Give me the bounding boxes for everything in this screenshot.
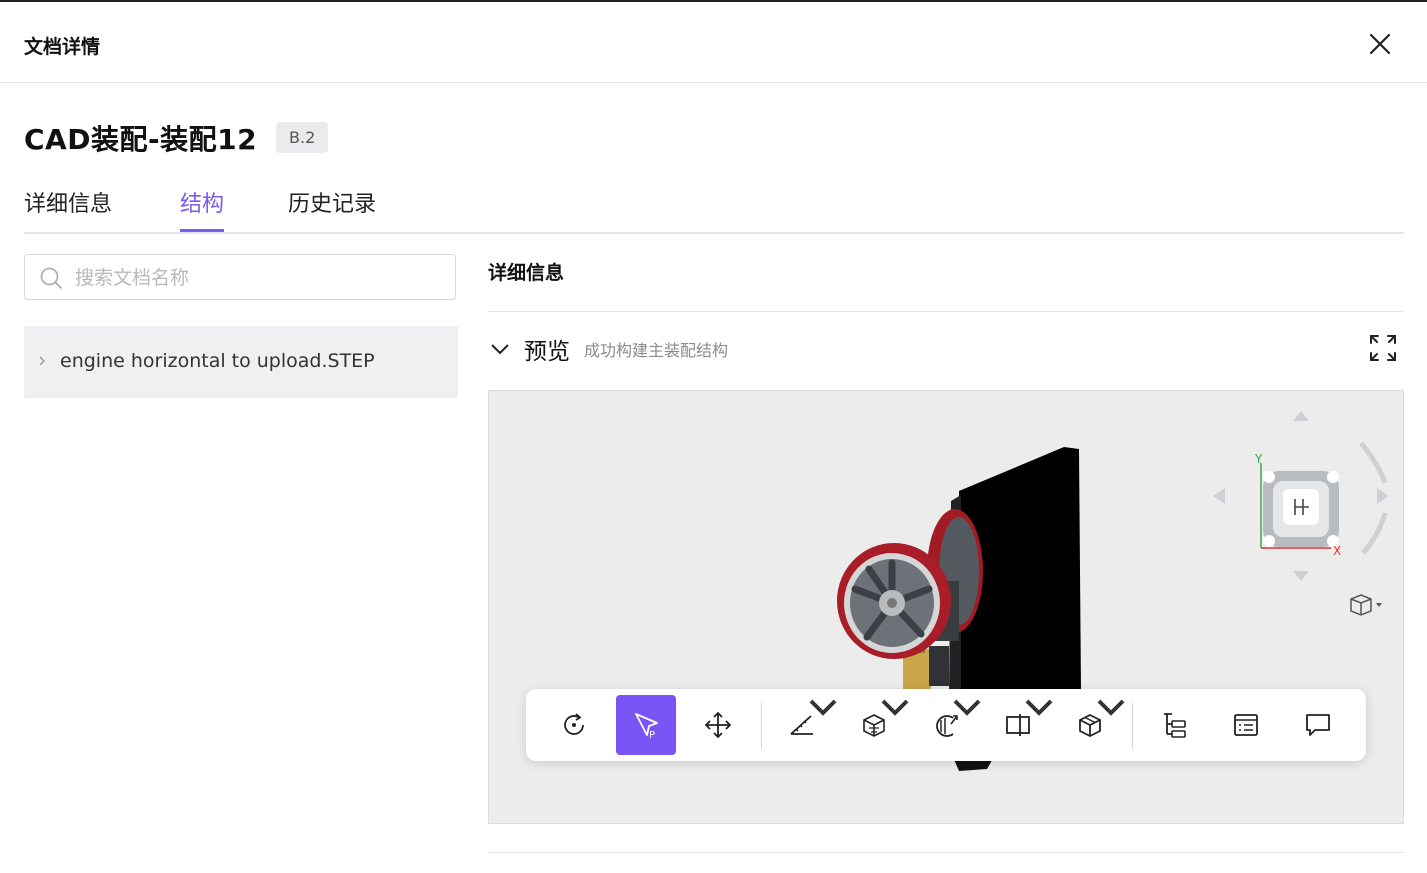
caret-down-icon[interactable] xyxy=(1096,692,1126,722)
search-box xyxy=(24,254,456,300)
search-input[interactable] xyxy=(73,263,447,293)
explode-button[interactable] xyxy=(844,695,909,755)
chevron-down-icon[interactable] xyxy=(488,337,512,361)
rotate-icon xyxy=(564,713,584,735)
document-title: CAD装配-装配12 xyxy=(24,123,258,156)
split-view-button[interactable] xyxy=(988,695,1053,755)
tab-bar: 详细信息 结构 历史记录 xyxy=(24,186,1404,234)
nav-left-arrow[interactable] xyxy=(1213,488,1225,504)
pan-move-icon xyxy=(704,711,732,739)
divider xyxy=(488,852,1404,853)
fullscreen-icon[interactable] xyxy=(1368,333,1398,363)
tab-structure[interactable]: 结构 xyxy=(180,186,225,232)
chevron-right-icon[interactable] xyxy=(36,353,48,369)
nav-right-arrow[interactable] xyxy=(1377,488,1389,504)
rotate-button[interactable] xyxy=(544,695,604,755)
select-pointer-icon: P xyxy=(635,713,658,740)
toolbar-separator xyxy=(761,703,762,749)
close-icon xyxy=(1369,33,1391,55)
model-tree-button[interactable] xyxy=(1144,695,1204,755)
properties-button[interactable] xyxy=(1216,695,1276,755)
axis-y-label: Y xyxy=(1254,452,1263,466)
preview-status: 成功构建主装配结构 xyxy=(584,341,729,360)
axis-x-label: X xyxy=(1333,544,1341,558)
panel-title: 详细信息 xyxy=(488,262,565,284)
tree-item[interactable]: engine horizontal to upload.STEP xyxy=(24,326,458,398)
navigation-cube[interactable]: Y X xyxy=(1201,403,1391,583)
properties-list-icon xyxy=(1234,714,1258,736)
tab-history[interactable]: 历史记录 xyxy=(288,186,376,230)
nav-up-arrow[interactable] xyxy=(1293,411,1309,421)
viewer-toolbar: P xyxy=(526,689,1366,761)
search-icon xyxy=(40,267,62,289)
caret-down-icon[interactable] xyxy=(808,692,838,722)
svg-text:P: P xyxy=(649,730,655,740)
comment-icon xyxy=(1306,714,1330,736)
version-badge: B.2 xyxy=(276,122,329,153)
dialog-title: 文档详情 xyxy=(24,36,101,58)
toolbar-separator xyxy=(1132,703,1133,749)
preview-label: 预览 xyxy=(524,339,570,365)
select-button[interactable]: P xyxy=(616,695,676,755)
measure-button[interactable] xyxy=(772,695,837,755)
model-tree-icon xyxy=(1164,713,1186,738)
section-button[interactable] xyxy=(916,695,981,755)
nav-down-arrow[interactable] xyxy=(1293,571,1309,581)
pan-button[interactable] xyxy=(688,695,748,755)
dialog-header: 文档详情 xyxy=(0,2,1427,83)
close-button[interactable] xyxy=(1366,30,1394,58)
caret-down-icon[interactable] xyxy=(880,692,910,722)
caret-down-icon[interactable] xyxy=(952,692,982,722)
divider xyxy=(488,311,1404,312)
comment-button[interactable] xyxy=(1288,695,1348,755)
view-cube-menu-icon[interactable] xyxy=(1347,591,1387,617)
caret-down-icon[interactable] xyxy=(1024,692,1054,722)
tree-item-label: engine horizontal to upload.STEP xyxy=(60,350,375,372)
display-mode-button[interactable] xyxy=(1060,695,1125,755)
tab-details[interactable]: 详细信息 xyxy=(24,186,112,230)
